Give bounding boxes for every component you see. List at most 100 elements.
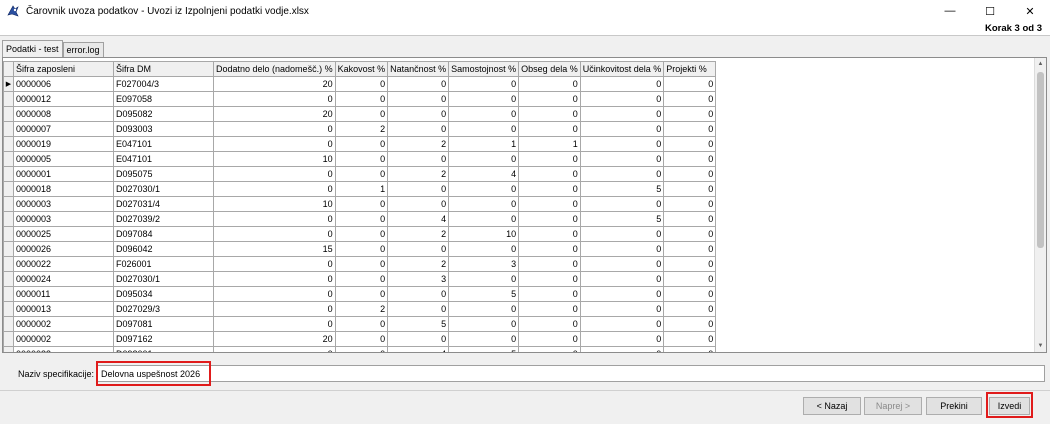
table-cell[interactable]: 0 [663,151,717,167]
table-cell[interactable]: 0000006 [13,76,114,92]
table-row[interactable]: 0000005 E047101 10 0 0 0 0 0 0 [3,151,717,167]
table-cell[interactable]: D027030/1 [113,181,214,197]
table-cell[interactable]: 0000011 [13,286,114,302]
table-cell[interactable]: E097058 [113,91,214,107]
table-cell[interactable]: 10 [448,226,520,242]
table-cell[interactable]: D097162 [113,331,214,347]
table-cell[interactable]: 0 [663,211,717,227]
table-cell[interactable]: 0 [663,226,717,242]
table-row[interactable]: 0000013 D027029/3 0 2 0 0 0 0 0 [3,301,717,317]
table-cell[interactable]: 0 [448,211,520,227]
tab-error-log[interactable]: error.log [62,42,104,57]
table-cell[interactable]: 0 [213,136,336,152]
table-cell[interactable]: 2 [334,301,389,317]
specification-name-input[interactable] [97,365,1045,382]
table-cell[interactable]: 0 [213,316,336,332]
table-cell[interactable]: 0 [387,151,450,167]
table-cell[interactable]: 0 [334,241,389,257]
table-cell[interactable]: 0 [663,76,717,92]
table-cell[interactable]: 0 [518,106,581,122]
table-cell[interactable]: 20 [213,331,336,347]
table-cell[interactable]: 0 [663,346,717,352]
table-cell[interactable]: 0 [334,211,389,227]
table-row[interactable]: 0000007 D093003 0 2 0 0 0 0 0 [3,121,717,137]
table-row[interactable]: 0000003 D027039/2 0 0 4 0 0 5 0 [3,211,717,227]
table-cell[interactable]: 5 [579,181,665,197]
table-cell[interactable]: 0000019 [13,136,114,152]
table-cell[interactable]: 0 [518,301,581,317]
table-cell[interactable]: 0 [579,151,665,167]
table-row[interactable]: 0000025 D097084 0 0 2 10 0 0 0 [3,226,717,242]
column-header[interactable]: Natančnost % [387,61,450,77]
table-cell[interactable]: 0 [213,256,336,272]
table-cell[interactable]: 0 [334,106,389,122]
scroll-thumb[interactable] [1037,72,1044,248]
table-cell[interactable]: 0000005 [13,151,114,167]
table-cell[interactable]: D093003 [113,121,214,137]
table-cell[interactable]: 0 [518,151,581,167]
table-cell[interactable]: D097081 [113,316,214,332]
table-cell[interactable]: 5 [448,346,520,352]
table-cell[interactable]: 0 [663,166,717,182]
table-cell[interactable]: 0 [518,286,581,302]
row-indicator[interactable] [3,271,14,287]
row-indicator[interactable] [3,301,14,317]
table-cell[interactable]: 0 [579,331,665,347]
column-header[interactable]: Obseg dela % [518,61,581,77]
table-cell[interactable]: 0 [518,91,581,107]
table-cell[interactable]: 0 [518,256,581,272]
table-row[interactable]: 0000001 D095075 0 0 2 4 0 0 0 [3,166,717,182]
back-button[interactable]: < Nazaj [803,397,861,415]
table-cell[interactable]: 0 [579,166,665,182]
table-cell[interactable]: 0 [579,286,665,302]
table-cell[interactable]: 0 [518,166,581,182]
table-cell[interactable]: 10 [213,196,336,212]
table-cell[interactable]: 0 [387,241,450,257]
table-cell[interactable]: 0000022 [13,256,114,272]
table-cell[interactable]: 0000001 [13,166,114,182]
table-cell[interactable]: 0 [213,301,336,317]
table-cell[interactable]: 0 [579,346,665,352]
table-cell[interactable]: 0 [663,331,717,347]
table-cell[interactable]: 0 [518,211,581,227]
table-cell[interactable]: 0 [334,331,389,347]
table-cell[interactable]: 0 [448,151,520,167]
table-cell[interactable]: D092001 [113,346,214,352]
table-cell[interactable]: 0 [334,76,389,92]
column-header[interactable]: Učinkovitost dela % [579,61,665,77]
table-cell[interactable]: 0 [518,316,581,332]
table-cell[interactable]: 0000033 [13,346,114,352]
table-cell[interactable]: 2 [387,256,450,272]
table-cell[interactable]: 0 [387,331,450,347]
table-cell[interactable]: 4 [387,211,450,227]
table-cell[interactable]: 0 [387,121,450,137]
vertical-scrollbar[interactable]: ▲ ▼ [1034,58,1046,352]
table-cell[interactable]: 0 [334,136,389,152]
table-cell[interactable]: 2 [387,136,450,152]
table-cell[interactable]: 0 [579,196,665,212]
table-row[interactable]: 0000008 D095082 20 0 0 0 0 0 0 [3,106,717,122]
row-indicator[interactable] [3,121,14,137]
table-cell[interactable]: 0000025 [13,226,114,242]
table-cell[interactable]: 0 [518,181,581,197]
table-cell[interactable]: 0 [518,346,581,352]
table-cell[interactable]: 0 [448,76,520,92]
table-cell[interactable]: 0 [579,256,665,272]
table-cell[interactable]: 1 [334,181,389,197]
table-cell[interactable]: 0 [387,91,450,107]
table-cell[interactable]: D027031/4 [113,196,214,212]
row-indicator[interactable] [3,211,14,227]
table-cell[interactable]: 0 [448,196,520,212]
table-cell[interactable]: D027030/1 [113,271,214,287]
table-cell[interactable]: 0 [448,271,520,287]
table-cell[interactable]: 0 [579,301,665,317]
table-cell[interactable]: D095075 [113,166,214,182]
row-indicator[interactable] [3,241,14,257]
table-cell[interactable]: 0 [663,91,717,107]
table-cell[interactable]: D027029/3 [113,301,214,317]
table-cell[interactable]: 0 [448,316,520,332]
table-cell[interactable]: 0 [518,271,581,287]
row-indicator[interactable] [3,151,14,167]
table-cell[interactable]: 0 [213,346,336,352]
table-cell[interactable]: 2 [387,166,450,182]
